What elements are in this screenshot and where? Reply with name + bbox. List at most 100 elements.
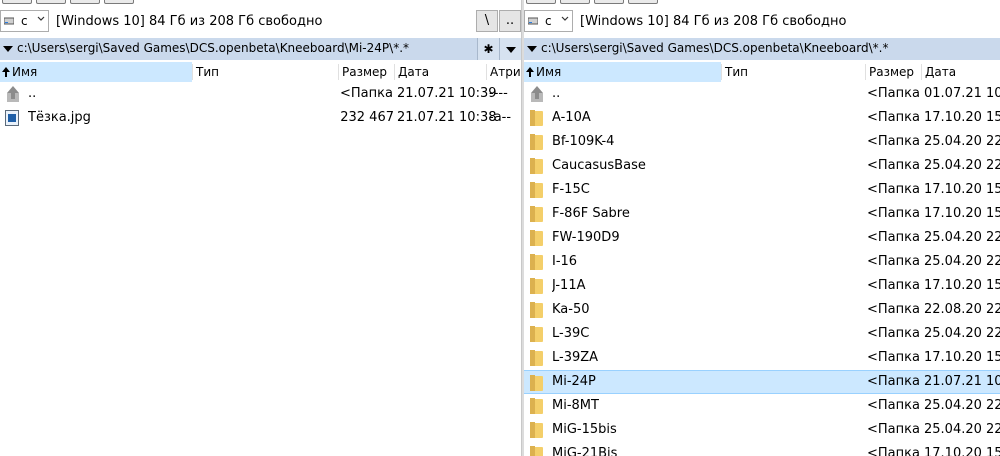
file-name: J-11A [552,278,586,293]
list-item[interactable]: I-16 <Папка>25.04.20 22:0 [524,250,1000,274]
path-dropdown-button[interactable] [499,38,521,60]
column-name[interactable]: Имя [524,62,721,82]
sort-up-icon [2,67,10,77]
file-size: <Папка> [867,446,921,456]
list-item[interactable]: .. <Папка> 21.07.21 10:39 ---- [0,82,521,106]
list-item[interactable]: L-39ZA <Папка>17.10.20 15:4 [524,346,1000,370]
list-item[interactable]: .. <Папка>01.07.21 10: [524,82,1000,106]
drive-icon [4,17,14,25]
file-date: 25.04.20 22:0 [924,230,1000,245]
file-date: 21.07.21 10:3 [924,374,1000,389]
column-divider[interactable] [486,64,487,80]
list-item[interactable]: A-10A <Папка>17.10.20 15:4 [524,106,1000,130]
file-name: A-10A [552,110,591,125]
column-attr[interactable]: Атриб [488,62,521,82]
column-name[interactable]: Имя [0,62,192,82]
triangle-down-icon [505,46,516,53]
file-size: <Папка> [867,374,921,389]
list-item[interactable]: CaucasusBase <Папка>25.04.20 22:3 [524,154,1000,178]
right-column-header: Имя Тип Размер Дата [524,62,1000,82]
folder-icon [530,350,544,366]
file-size: <Папка> [340,86,394,101]
folder-icon [530,110,544,126]
left-path: c:\Users\sergi\Saved Games\DCS.openbeta\… [17,41,410,55]
star-button[interactable]: ✱ [477,38,499,60]
toolbar-button[interactable] [2,0,32,4]
file-date: 17.10.20 15:4 [924,350,1000,365]
root-dir-button[interactable]: \ [476,10,498,32]
left-drive-selector[interactable]: c [0,10,49,32]
toolbar-button[interactable] [594,0,624,4]
column-divider[interactable] [921,64,922,80]
file-size: <Папка> [867,134,921,149]
file-name: .. [552,86,561,101]
history-dropdown-icon[interactable] [3,46,13,52]
folder-icon [530,398,544,414]
image-file-icon [5,110,19,126]
toolbar-button[interactable] [70,0,100,4]
list-item[interactable]: MiG-15bis <Папка>25.04.20 22:0 [524,418,1000,442]
file-size: <Папка> [867,422,921,437]
file-attr: ---- [489,86,508,101]
folder-icon [530,134,544,150]
right-path-bar[interactable]: c:\Users\sergi\Saved Games\DCS.openbeta\… [524,38,1000,60]
file-date: 25.04.20 22:3 [924,158,1000,173]
column-type[interactable]: Тип [194,62,338,82]
left-free-space: [Windows 10] 84 Гб из 208 Гб свободно [56,14,323,29]
list-item[interactable]: FW-190D9 <Папка>25.04.20 22:0 [524,226,1000,250]
drive-letter: c [21,14,28,28]
file-name: F-15C [552,182,590,197]
right-path: c:\Users\sergi\Saved Games\DCS.openbeta\… [541,41,889,55]
file-name: L-39ZA [552,350,599,365]
list-item[interactable]: J-11A <Папка>17.10.20 15:4 [524,274,1000,298]
column-size[interactable]: Размер [867,62,921,82]
chevron-down-icon [37,16,45,21]
file-size: <Папка> [867,254,921,269]
folder-icon [530,206,544,222]
file-size: 232 467 [340,110,394,125]
file-name: Тёзка.jpg [28,110,91,125]
list-item[interactable]: Mi-8MT <Папка>25.04.20 22:0 [524,394,1000,418]
list-item[interactable]: L-39C <Папка>25.04.20 22:0 [524,322,1000,346]
file-size: <Папка> [867,206,921,221]
column-date[interactable]: Дата [923,62,1000,82]
history-dropdown-icon[interactable] [527,46,537,52]
file-name: I-16 [552,254,578,269]
list-item[interactable]: Bf-109K-4 <Папка>25.04.20 22:0 [524,130,1000,154]
column-divider[interactable] [394,64,395,80]
file-name: Mi-8MT [552,398,599,413]
folder-icon [530,422,544,438]
file-name: MiG-21Bis [552,446,618,456]
list-item[interactable]: Ka-50 <Папка>22.08.20 22:0 [524,298,1000,322]
column-divider[interactable] [192,64,193,80]
toolbar-button[interactable] [560,0,590,4]
toolbar-button[interactable] [104,0,134,4]
toolbar-button[interactable] [36,0,66,4]
column-type[interactable]: Тип [723,62,865,82]
file-name: Ka-50 [552,302,590,317]
list-item[interactable]: F-86F Sabre <Папка>17.10.20 15:4 [524,202,1000,226]
toolbar-button[interactable] [526,0,556,4]
column-divider[interactable] [865,64,866,80]
drive-letter: c [545,14,552,28]
column-date[interactable]: Дата [396,62,484,82]
list-item[interactable]: Mi-24P <Папка>21.07.21 10:3 [524,370,1000,394]
file-date: 25.04.20 22:0 [924,422,1000,437]
left-path-bar[interactable]: c:\Users\sergi\Saved Games\DCS.openbeta\… [0,38,521,60]
toolbar-button[interactable] [628,0,658,4]
column-size[interactable]: Размер [340,62,394,82]
column-divider[interactable] [338,64,339,80]
file-size: <Папка> [867,278,921,293]
list-item[interactable]: Тёзка.jpg 232 467 21.07.21 10:38 -a-- [0,106,521,130]
file-date: 17.10.20 15:4 [924,278,1000,293]
list-item[interactable]: F-15C <Папка>17.10.20 15:4 [524,178,1000,202]
file-size: <Папка> [867,110,921,125]
list-item[interactable]: MiG-21Bis <Папка>17.10.20 15:4 [524,442,1000,456]
right-drive-selector[interactable]: c [524,10,573,32]
file-size: <Папка> [867,350,921,365]
up-folder-icon [531,86,543,102]
left-drive-bar: c [Windows 10] 84 Гб из 208 Гб свободно … [0,8,521,36]
parent-dir-button[interactable]: .. [499,10,521,32]
column-divider[interactable] [721,64,722,80]
file-date: 17.10.20 15:4 [924,110,1000,125]
